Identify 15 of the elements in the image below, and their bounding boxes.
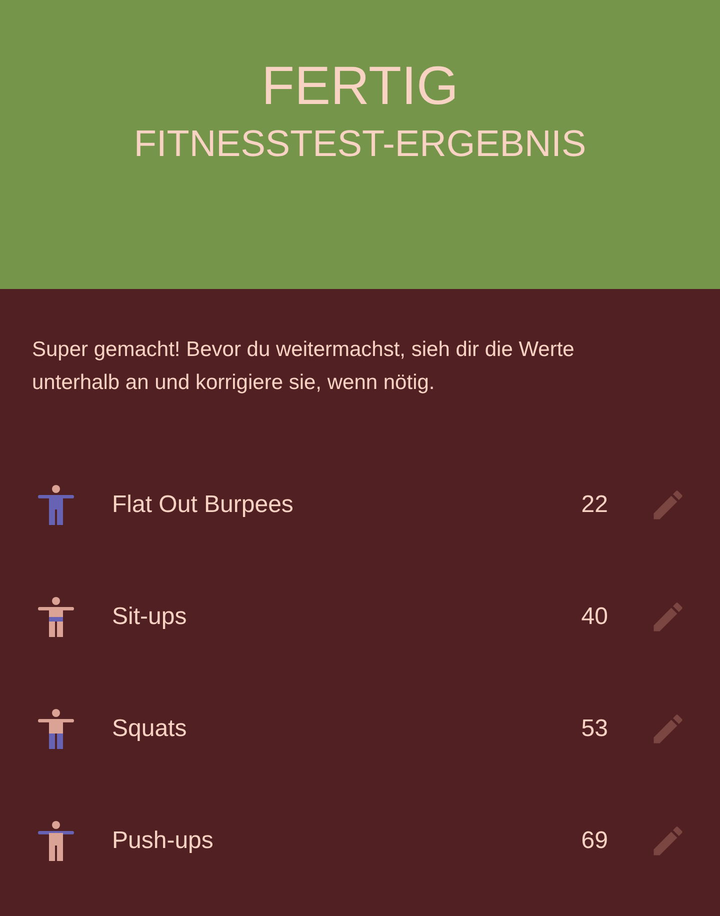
exercise-value: 53 bbox=[580, 715, 608, 743]
exercise-value: 69 bbox=[580, 827, 608, 855]
title: FERTIG bbox=[261, 56, 458, 116]
exercise-name: Flat Out Burpees bbox=[112, 491, 294, 519]
exercise-name: Push-ups bbox=[112, 827, 214, 855]
subtitle: FITNESSTEST-ERGEBNIS bbox=[134, 122, 586, 166]
exercise-name: Squats bbox=[112, 715, 188, 743]
exercise-value: 40 bbox=[580, 603, 608, 631]
figure-icon bbox=[38, 485, 74, 525]
exercise-value: 22 bbox=[580, 491, 608, 519]
figure-icon bbox=[38, 709, 74, 749]
intro-text: Super gemacht! Bevor du weitermachst, sieh dir die Werte unterhalb an und korrigiere sie, wenn nötig. bbox=[31, 337, 576, 396]
figure-icon bbox=[38, 597, 74, 637]
figure-icon bbox=[38, 821, 74, 861]
exercise-name: Sit-ups bbox=[112, 603, 188, 631]
